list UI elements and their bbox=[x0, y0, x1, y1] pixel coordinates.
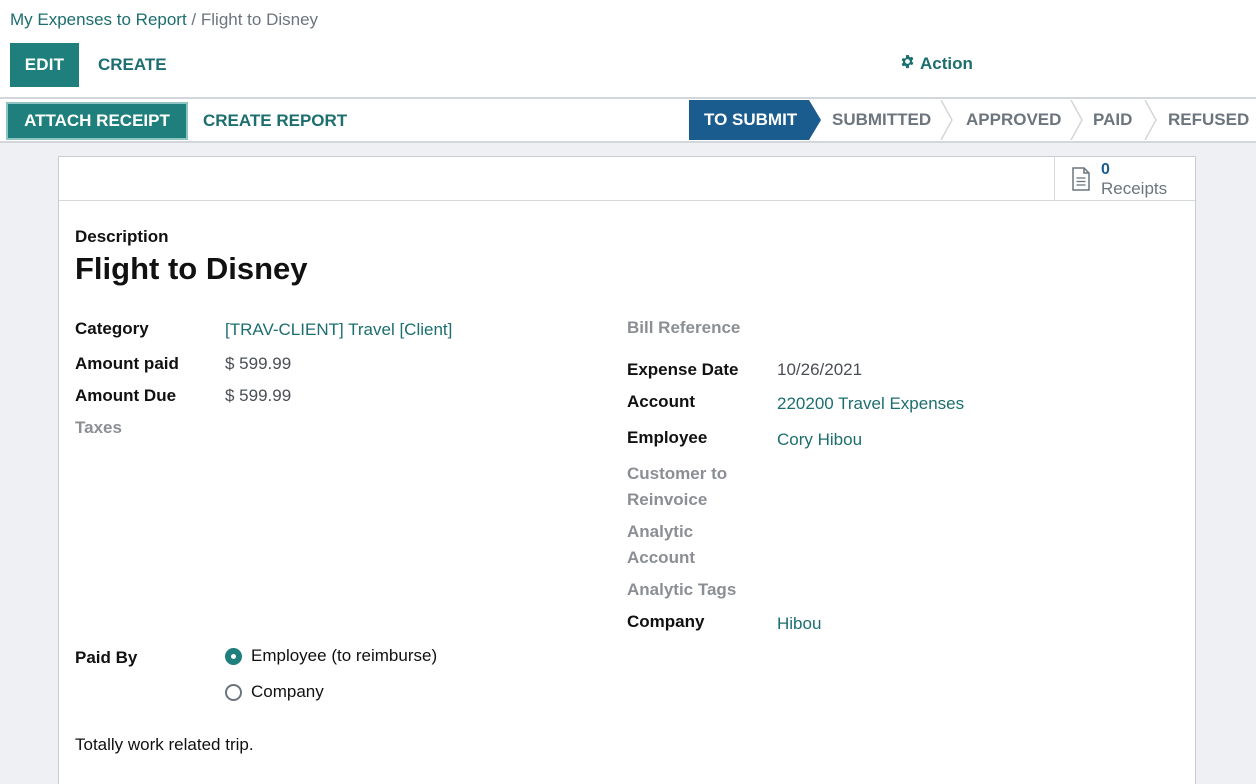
amount-paid-label: Amount paid bbox=[75, 354, 179, 373]
stage-active-arrow bbox=[809, 100, 821, 140]
create-button[interactable]: CREATE bbox=[88, 43, 177, 87]
expense-note: Totally work related trip. bbox=[75, 735, 254, 754]
stage-approved[interactable]: APPROVED bbox=[966, 100, 1061, 140]
status-bar: ATTACH RECEIPT CREATE REPORT TO SUBMIT S… bbox=[0, 97, 1256, 143]
create-report-button[interactable]: CREATE REPORT bbox=[203, 102, 347, 140]
taxes-label: Taxes bbox=[75, 418, 122, 437]
stage-paid[interactable]: PAID bbox=[1093, 100, 1132, 140]
stage-separator bbox=[1144, 100, 1157, 140]
account-value[interactable]: 220200 Travel Expenses bbox=[777, 391, 964, 417]
breadcrumb-parent-link[interactable]: My Expenses to Report bbox=[10, 10, 187, 29]
analytic-account-label-line2: Account bbox=[627, 548, 695, 567]
amount-due-value: $ 599.99 bbox=[225, 386, 292, 405]
breadcrumb-current: Flight to Disney bbox=[200, 10, 319, 29]
radio-unchecked[interactable] bbox=[225, 683, 242, 701]
paid-by-company-option[interactable]: Company bbox=[225, 682, 324, 702]
control-panel: My Expenses to Report / Flight to Disney… bbox=[0, 0, 1256, 98]
gear-icon bbox=[900, 54, 915, 74]
expense-title: Flight to Disney bbox=[75, 251, 308, 286]
account-label: Account bbox=[627, 392, 695, 411]
stage-separator bbox=[940, 100, 953, 140]
employee-label: Employee bbox=[627, 428, 708, 447]
company-value[interactable]: Hibou bbox=[777, 611, 821, 637]
stage-to-submit[interactable]: TO SUBMIT bbox=[689, 100, 809, 140]
amount-due-label: Amount Due bbox=[75, 386, 177, 405]
description-label: Description bbox=[75, 227, 169, 246]
category-value[interactable]: [TRAV-CLIENT] Travel [Client] bbox=[225, 317, 452, 343]
customer-to-reinvoice-label-line2: Reinvoice bbox=[627, 490, 708, 509]
expense-date-value: 10/26/2021 bbox=[777, 360, 863, 379]
employee-value[interactable]: Cory Hibou bbox=[777, 427, 862, 453]
expense-date-label: Expense Date bbox=[627, 360, 739, 379]
receipts-label: Receipts bbox=[1101, 179, 1168, 198]
customer-to-reinvoice-label-line1: Customer to bbox=[627, 464, 728, 483]
smart-button-box: 0 Receipts bbox=[59, 157, 1195, 201]
analytic-tags-label: Analytic Tags bbox=[627, 580, 737, 599]
receipts-count: 0 bbox=[1101, 161, 1110, 178]
action-dropdown[interactable]: Action bbox=[900, 52, 973, 76]
action-label: Action bbox=[920, 54, 973, 73]
paid-by-label: Paid By bbox=[75, 648, 138, 667]
stage-submitted[interactable]: SUBMITTED bbox=[832, 100, 931, 140]
form-sheet: 0 Receipts Description Flight to Disney … bbox=[58, 156, 1196, 784]
radio-checked[interactable] bbox=[225, 647, 242, 665]
breadcrumb: My Expenses to Report / Flight to Disney bbox=[10, 10, 318, 30]
category-label: Category bbox=[75, 319, 149, 338]
paid-by-company-label: Company bbox=[251, 682, 324, 701]
paid-by-employee-label: Employee (to reimburse) bbox=[251, 646, 438, 665]
amount-paid-value: $ 599.99 bbox=[225, 354, 292, 373]
attach-receipt-button[interactable]: ATTACH RECEIPT bbox=[6, 102, 188, 140]
bill-reference-label: Bill Reference bbox=[627, 318, 741, 337]
analytic-account-label-line1: Analytic bbox=[627, 522, 694, 541]
receipts-smart-button[interactable]: 0 Receipts bbox=[1054, 157, 1195, 201]
breadcrumb-separator: / bbox=[186, 10, 201, 29]
company-label: Company bbox=[627, 612, 705, 631]
paid-by-employee-option[interactable]: Employee (to reimburse) bbox=[225, 646, 437, 666]
stage-separator bbox=[1070, 100, 1083, 140]
edit-button[interactable]: EDIT bbox=[10, 43, 79, 87]
stage-refused[interactable]: REFUSED bbox=[1168, 100, 1249, 140]
document-icon bbox=[1071, 167, 1091, 196]
